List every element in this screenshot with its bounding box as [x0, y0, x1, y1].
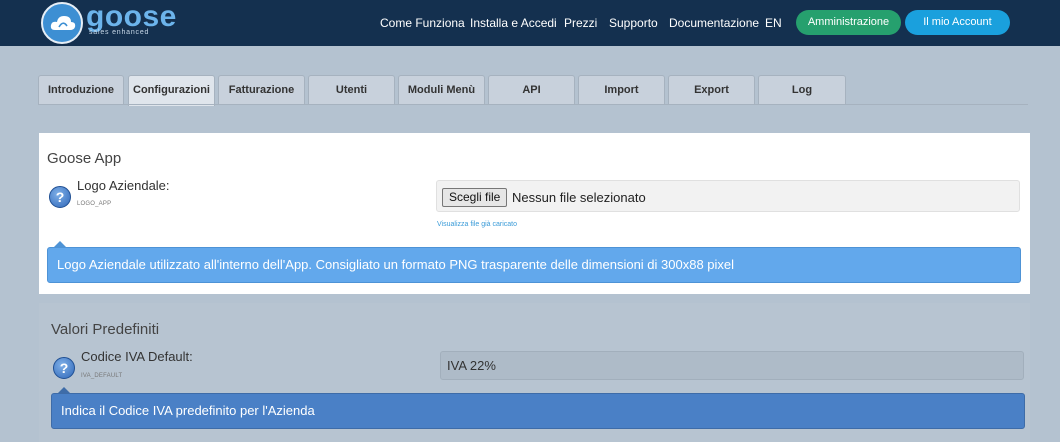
nav-installa-accedi[interactable]: Installa e Accedi — [470, 16, 557, 30]
top-header: goose sales enhanced Come Funziona Insta… — [0, 0, 1060, 46]
codice-iva-field[interactable]: IVA 22% — [440, 351, 1024, 380]
tab-bar-divider — [38, 104, 1028, 105]
tab-log[interactable]: Log — [758, 75, 846, 105]
iva-default-code: IVA_DEFAULT — [81, 373, 123, 379]
view-uploaded-file-link[interactable]: Visualizza file già caricato — [437, 221, 517, 228]
nav-come-funziona[interactable]: Come Funziona — [380, 16, 465, 30]
tab-api[interactable]: API — [488, 75, 575, 105]
help-icon[interactable]: ? — [49, 186, 71, 208]
help-icon[interactable]: ? — [53, 357, 75, 379]
logo-app-code: LOGO_APP — [77, 201, 112, 207]
tab-utenti[interactable]: Utenti — [308, 75, 395, 105]
section-title-goose-app: Goose App — [47, 150, 122, 167]
nav-prezzi[interactable]: Prezzi — [564, 16, 597, 30]
account-button[interactable]: Il mio Account — [905, 10, 1010, 35]
goose-logo-icon[interactable] — [41, 2, 83, 44]
nav-documentazione[interactable]: Documentazione — [669, 16, 759, 30]
admin-button[interactable]: Amministrazione — [796, 10, 901, 35]
iva-info-box: Indica il Codice IVA predefinito per l'A… — [51, 393, 1025, 429]
file-status-text: Nessun file selezionato — [512, 190, 646, 205]
logo-file-input[interactable]: Scegli file Nessun file selezionato — [436, 180, 1020, 212]
choose-file-button[interactable]: Scegli file — [442, 188, 508, 207]
tab-introduzione[interactable]: Introduzione — [38, 75, 124, 105]
tab-fatturazione[interactable]: Fatturazione — [218, 75, 305, 105]
tab-configurazioni[interactable]: Configurazioni — [128, 75, 215, 106]
logo-subtitle: sales enhanced — [89, 29, 150, 36]
nav-supporto[interactable]: Supporto — [609, 16, 658, 30]
logo-aziendale-label: Logo Aziendale: — [77, 178, 170, 193]
section-title-valori-predefiniti: Valori Predefiniti — [51, 321, 160, 338]
codice-iva-label: Codice IVA Default: — [81, 349, 193, 364]
nav-language-en[interactable]: EN — [765, 16, 782, 30]
tab-export[interactable]: Export — [668, 75, 755, 105]
tab-moduli-menu[interactable]: Moduli Menù — [398, 75, 485, 105]
tab-import[interactable]: Import — [578, 75, 665, 105]
logo-info-box: Logo Aziendale utilizzato all'interno de… — [47, 247, 1021, 283]
